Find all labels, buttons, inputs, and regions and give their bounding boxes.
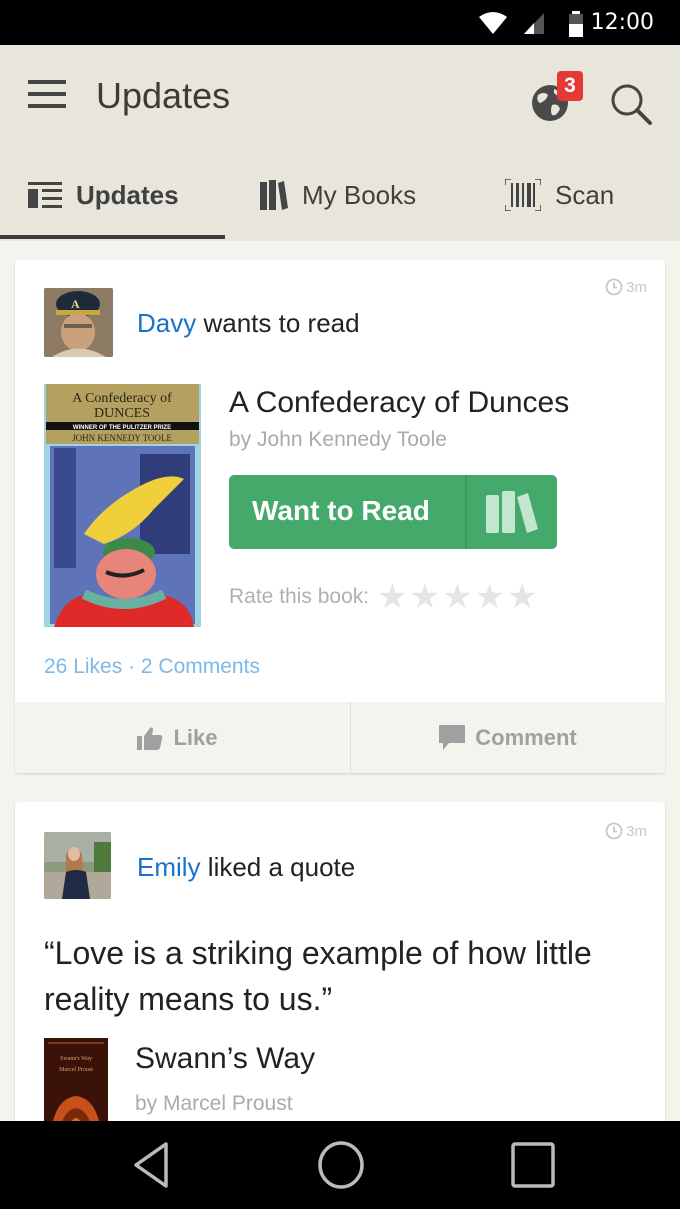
bookshelf-icon (260, 180, 288, 210)
star-icon[interactable]: ★ (475, 580, 505, 614)
cover-title-line1: A Confederacy of (72, 391, 172, 406)
star-icon[interactable]: ★ (377, 580, 407, 614)
news-feed-icon (28, 182, 62, 208)
hamburger-menu-icon[interactable] (28, 80, 66, 110)
book-title[interactable]: Swann’s Way (135, 1042, 315, 1076)
comments-link[interactable]: 2 Comments (141, 655, 260, 678)
cover-author: Marcel Proust (59, 1067, 93, 1073)
timestamp: 3m (605, 278, 647, 296)
rating-row: Rate this book: ★ ★ ★ ★ ★ (229, 580, 538, 614)
tab-scan[interactable]: Scan (505, 150, 614, 240)
svg-text:A: A (71, 297, 80, 311)
clock-icon (605, 278, 623, 296)
status-bar: 12:00 (0, 0, 680, 45)
shelf-dropdown-button[interactable] (465, 475, 557, 549)
want-to-read-label: Want to Read (252, 495, 430, 526)
likes-link[interactable]: 26 Likes (44, 655, 122, 678)
book-author[interactable]: by Marcel Proust (135, 1092, 293, 1116)
tab-updates[interactable]: Updates (28, 150, 179, 240)
quote-text[interactable]: “Love is a striking example of how littl… (44, 930, 644, 1022)
update-card: 3m A Davy wants to read A Confederacy of (15, 260, 665, 773)
star-icon[interactable]: ★ (442, 580, 472, 614)
book-title[interactable]: A Confederacy of Dunces (229, 386, 569, 420)
user-link[interactable]: Davy (137, 308, 196, 338)
rate-label: Rate this book: (229, 585, 370, 608)
comment-label: Comment (475, 724, 577, 750)
like-button[interactable]: Like (15, 702, 340, 773)
cover-art: Swann's Way Marcel Proust (44, 1038, 108, 1121)
battery-icon (569, 11, 583, 37)
updates-feed[interactable]: 3m A Davy wants to read A Confederacy of (0, 241, 680, 1121)
star-icon[interactable]: ★ (507, 580, 537, 614)
book-author[interactable]: by John Kennedy Toole (229, 428, 447, 452)
thumbs-up-icon (137, 726, 163, 750)
cover-art: A Confederacy of DUNCES WINNER OF THE PU… (44, 384, 201, 627)
comment-bubble-icon (439, 724, 466, 750)
cell-signal-icon (524, 13, 544, 34)
tab-label: Updates (76, 179, 179, 210)
separator: · (128, 655, 136, 678)
like-label: Like (173, 724, 218, 750)
clock: 12:00 (590, 10, 654, 35)
user-link[interactable]: Emily (137, 852, 201, 882)
comment-button[interactable]: Comment (351, 702, 665, 773)
engagement-stats: 26 Likes · 2 Comments (44, 655, 260, 679)
update-headline: Davy wants to read (137, 308, 360, 338)
action-bar: Like Comment (15, 702, 665, 773)
back-icon[interactable] (130, 1141, 172, 1189)
cover-title-line2: DUNCES (94, 406, 150, 421)
tab-label: Scan (555, 179, 615, 210)
book-cover[interactable]: A Confederacy of DUNCES WINNER OF THE PU… (44, 384, 201, 627)
barcode-icon (505, 179, 541, 211)
update-headline: Emily liked a quote (137, 852, 356, 882)
search-icon[interactable] (608, 81, 654, 127)
avatar[interactable] (44, 832, 111, 899)
user-photo: A (44, 288, 113, 357)
clock-icon (605, 822, 623, 840)
cover-title: Swann's Way (60, 1056, 92, 1062)
wifi-icon (479, 12, 507, 34)
user-photo (44, 832, 111, 899)
update-card: 3m Emily liked a quote “Love is a striki… (15, 802, 665, 1121)
cover-author: JOHN KENNEDY TOOLE (72, 433, 172, 443)
system-nav-bar (0, 1121, 680, 1209)
star-icon[interactable]: ★ (410, 580, 440, 614)
tab-bar: Updates My Books Scan (0, 150, 680, 240)
selected-tab-indicator (0, 235, 225, 239)
timestamp: 3m (605, 822, 647, 840)
star-rating[interactable]: ★ ★ ★ ★ ★ (377, 580, 537, 614)
page-title: Updates (96, 75, 231, 116)
tab-my-books[interactable]: My Books (260, 150, 416, 240)
home-icon[interactable] (317, 1141, 365, 1189)
cover-banner: WINNER OF THE PULITZER PRIZE (73, 425, 171, 431)
bookshelf-icon (486, 491, 538, 533)
tab-label: My Books (302, 179, 417, 210)
want-to-read-button[interactable]: Want to Read (229, 475, 557, 549)
recents-icon[interactable] (510, 1141, 556, 1189)
avatar[interactable]: A (44, 288, 113, 357)
book-cover[interactable]: Swann's Way Marcel Proust (44, 1038, 108, 1121)
notification-badge: 3 (557, 71, 583, 101)
